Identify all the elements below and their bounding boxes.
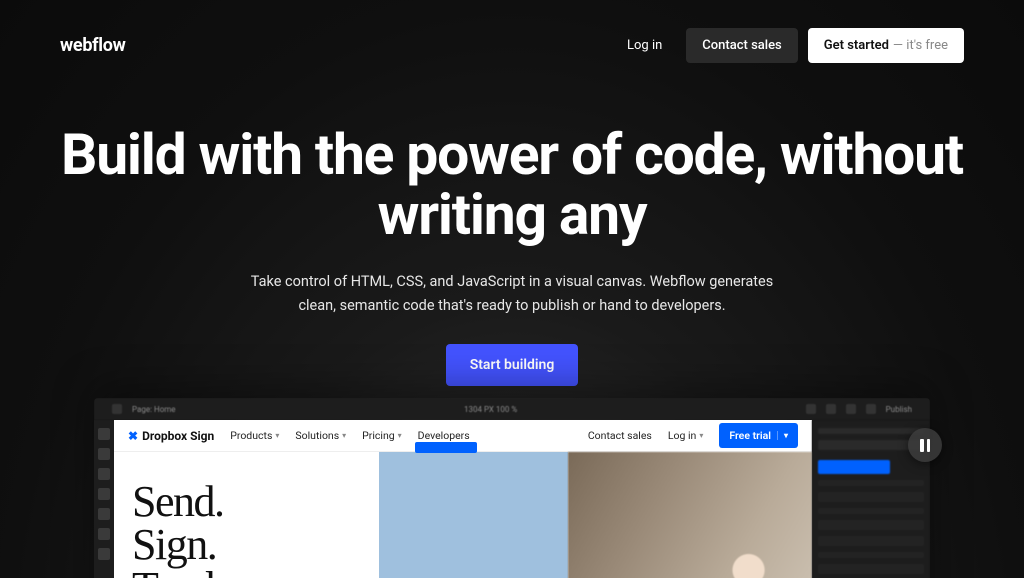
hero-word-3: Track.	[132, 566, 379, 578]
code-icon[interactable]	[846, 404, 856, 414]
navigator-icon[interactable]	[98, 468, 110, 480]
hero-word-2: Sign.	[132, 523, 379, 566]
undo-icon[interactable]	[806, 404, 816, 414]
site-brand[interactable]: ✖ Dropbox Sign	[128, 429, 214, 443]
designer-frame: Page: Home 1304 PX 100 % Publish	[94, 398, 930, 578]
get-started-suffix: — it's free	[893, 38, 948, 53]
header-nav: Log in Contact sales Get started — it's …	[613, 28, 964, 63]
components-icon[interactable]	[98, 488, 110, 500]
settings-icon[interactable]	[826, 404, 836, 414]
ecommerce-icon[interactable]	[98, 548, 110, 560]
designer-topbar: Page: Home 1304 PX 100 % Publish	[94, 398, 930, 420]
video-pause-button[interactable]	[908, 428, 942, 462]
hero-word-1: Send.	[132, 480, 379, 523]
chevron-down-icon: ▾	[699, 431, 703, 440]
breakpoint-indicator[interactable]: 1304 PX 100 %	[464, 405, 517, 414]
site-header: webflow Log in Contact sales Get started…	[0, 0, 1024, 63]
chevron-down-icon: ▾	[275, 431, 279, 440]
chevron-down-icon: ▾	[398, 431, 402, 440]
product-preview: Page: Home 1304 PX 100 % Publish	[0, 398, 1024, 578]
panel-row[interactable]	[818, 480, 924, 486]
contact-sales-button[interactable]: Contact sales	[686, 28, 797, 63]
panel-row[interactable]	[818, 552, 924, 558]
nav-item-pricing[interactable]: Pricing▾	[362, 429, 402, 442]
nav-item-products[interactable]: Products▾	[230, 429, 279, 442]
chevron-down-icon: ▾	[777, 431, 788, 440]
site-hero: Send. Sign. Track.	[114, 452, 812, 578]
designer-body: ✖ Dropbox Sign Products▾ Solutions▾ Pric…	[94, 420, 930, 578]
login-link[interactable]: Log in	[613, 28, 676, 63]
site-hero-image	[568, 452, 812, 578]
dropbox-glyph-icon: ✖	[128, 429, 138, 443]
nav-item-solutions[interactable]: Solutions▾	[295, 429, 346, 442]
panel-row[interactable]	[818, 508, 924, 514]
panel-row[interactable]	[818, 536, 924, 546]
export-icon[interactable]	[866, 404, 876, 414]
selected-element-overlay[interactable]	[379, 452, 567, 578]
cms-icon[interactable]	[98, 508, 110, 520]
hero-headline: Build with the power of code, without wr…	[40, 125, 984, 246]
start-building-button[interactable]: Start building	[446, 344, 579, 386]
pause-icon	[920, 439, 930, 452]
site-brand-text: Dropbox Sign	[142, 429, 214, 443]
get-started-label: Get started	[824, 38, 889, 53]
hero-section: Build with the power of code, without wr…	[0, 125, 1024, 386]
class-chip[interactable]	[818, 460, 890, 474]
designer-canvas[interactable]: ✖ Dropbox Sign Products▾ Solutions▾ Pric…	[114, 420, 812, 578]
hero-subheading: Take control of HTML, CSS, and JavaScrip…	[232, 270, 792, 318]
designer-left-rail	[94, 420, 114, 578]
assets-icon[interactable]	[98, 528, 110, 540]
nav-item-developers[interactable]: Developers	[418, 429, 470, 442]
free-trial-button[interactable]: Free trial▾	[719, 423, 798, 448]
chevron-down-icon: ▾	[342, 431, 346, 440]
webflow-logo[interactable]: webflow	[60, 35, 126, 56]
panel-row[interactable]	[818, 564, 924, 574]
panel-row[interactable]	[818, 492, 924, 502]
site-hero-text: Send. Sign. Track.	[114, 452, 379, 578]
add-element-icon[interactable]	[98, 428, 110, 440]
webflow-glyph-icon	[112, 404, 122, 414]
panel-tab-row[interactable]	[818, 428, 924, 434]
nav-login[interactable]: Log in▾	[668, 429, 704, 442]
get-started-button[interactable]: Get started — it's free	[808, 28, 964, 63]
nav-contact-sales[interactable]: Contact sales	[588, 429, 652, 442]
page-indicator[interactable]: Page: Home	[132, 405, 176, 414]
pages-icon[interactable]	[98, 448, 110, 460]
publish-button[interactable]: Publish	[886, 405, 912, 414]
panel-row[interactable]	[818, 520, 924, 530]
